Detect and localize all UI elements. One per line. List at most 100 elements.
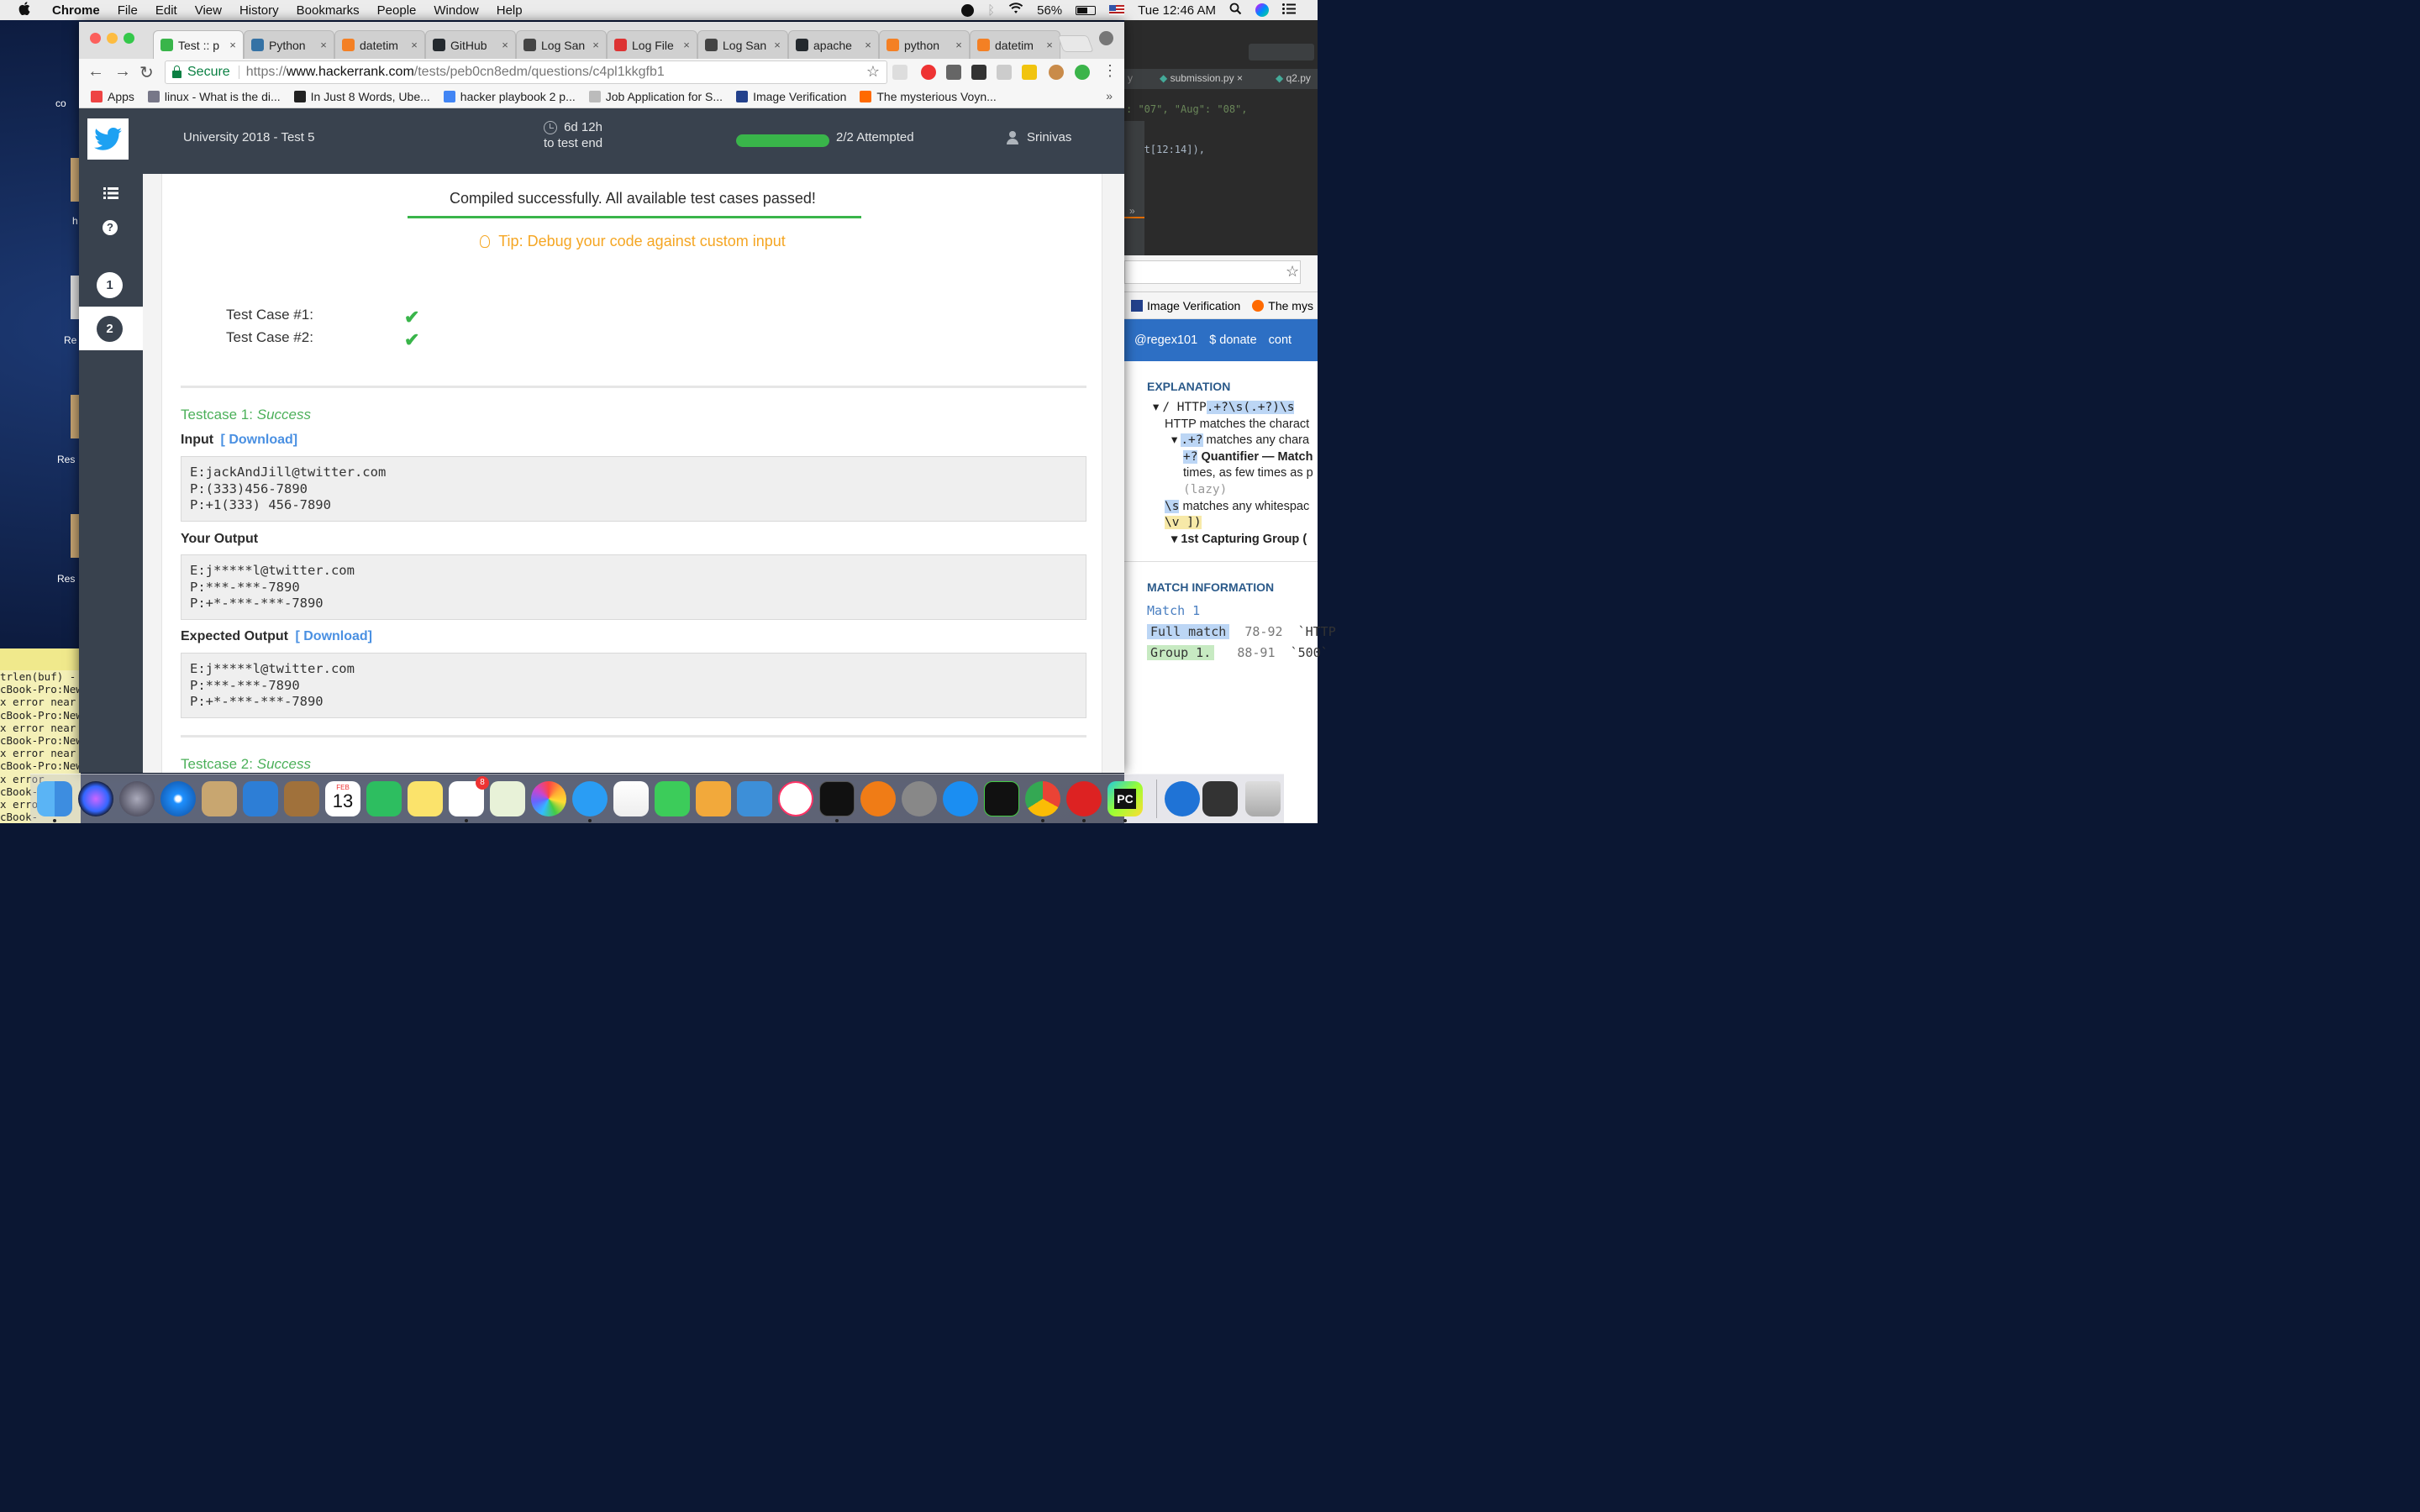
address-bar[interactable]: Secure https:// www.hackerrank.com /test… (165, 60, 887, 84)
pages-icon[interactable] (696, 781, 731, 816)
menu-view[interactable]: View (195, 3, 222, 18)
spotlight-icon[interactable] (1229, 3, 1242, 18)
trash-icon[interactable] (1245, 781, 1281, 816)
extension-icon[interactable] (921, 65, 936, 80)
battery-icon[interactable] (1076, 5, 1097, 15)
messages-icon[interactable] (572, 781, 608, 816)
siri-icon[interactable] (78, 781, 113, 816)
cookie-extension-icon[interactable] (1049, 65, 1064, 80)
xcode-icon[interactable] (243, 781, 278, 816)
bookmark-item[interactable]: Job Application for S... (588, 90, 723, 103)
bookmark-item[interactable]: hacker playbook 2 p... (443, 90, 576, 103)
music-icon[interactable] (778, 781, 813, 816)
activity-monitor-icon[interactable] (984, 781, 1019, 816)
facetime-icon[interactable] (655, 781, 690, 816)
help-icon[interactable]: ? (103, 220, 118, 235)
menu-file[interactable]: File (118, 3, 138, 18)
question-2-tab[interactable]: 2 (79, 307, 143, 350)
menu-bookmarks[interactable]: Bookmarks (297, 3, 360, 18)
apps-bookmark[interactable]: Apps (91, 90, 134, 103)
close-tab-icon[interactable]: × (1043, 39, 1056, 51)
extension-icon[interactable] (946, 65, 961, 80)
bookmark-item[interactable]: The mys (1252, 299, 1313, 312)
browser-tab[interactable]: apache × (788, 30, 879, 59)
download-expected-link[interactable]: [ Download] (295, 629, 372, 643)
close-tab-icon[interactable]: × (589, 39, 602, 51)
preview-icon[interactable] (202, 781, 237, 816)
browser-tab[interactable]: Test :: p × (153, 30, 244, 59)
extension-icon[interactable] (1075, 65, 1090, 80)
profile-icon[interactable] (1099, 31, 1113, 45)
debug-tip[interactable]: Tip: Debug your code against custom inpu… (162, 233, 1103, 250)
downloads-stack-icon[interactable] (1202, 781, 1238, 816)
browser-tab[interactable]: Log San × (697, 30, 788, 59)
burp-icon[interactable] (1066, 781, 1102, 816)
download-input-link[interactable]: [ Download] (221, 433, 298, 447)
menu-people[interactable]: People (377, 3, 417, 18)
launchpad-icon[interactable] (119, 781, 155, 816)
close-window-button[interactable] (90, 33, 101, 44)
keynote-icon[interactable] (737, 781, 772, 816)
menu-app-name[interactable]: Chrome (52, 3, 100, 18)
notification-center-icon[interactable] (1282, 3, 1296, 18)
reminders-icon[interactable]: 8 (449, 776, 489, 816)
terminal-icon[interactable] (819, 781, 855, 816)
notification-icon[interactable] (961, 3, 975, 17)
question-list-icon[interactable] (103, 187, 118, 203)
close-tab-icon[interactable]: × (317, 39, 330, 51)
menu-history[interactable]: History (239, 3, 279, 18)
more-bookmarks-icon[interactable]: » (1106, 89, 1113, 102)
close-tab-icon[interactable]: × (952, 39, 965, 51)
ide-tab-submission[interactable]: ◆ submission.py × (1160, 72, 1243, 84)
us-flag-icon[interactable] (1109, 5, 1125, 15)
books-icon[interactable] (860, 781, 896, 816)
ide-tab-partial[interactable]: y (1128, 72, 1133, 84)
bluetooth-icon[interactable]: ᛒ (987, 3, 995, 18)
minimize-window-button[interactable] (107, 33, 118, 44)
bookmark-item[interactable]: Image Verification (736, 90, 846, 103)
question-2-button[interactable]: 2 (97, 316, 123, 342)
bookmark-item[interactable]: The mysterious Voyn... (860, 90, 997, 103)
bookmark-item[interactable]: linux - What is the di... (147, 90, 281, 103)
close-tab-icon[interactable]: × (226, 39, 239, 51)
regex101-window[interactable]: ☆ Image Verification The mys @regex101 $… (1124, 255, 1336, 823)
ide-run-config[interactable] (1249, 44, 1314, 60)
app-store-icon[interactable] (943, 781, 978, 816)
chrome-icon[interactable] (1025, 781, 1060, 816)
pycharm-icon[interactable]: PC (1107, 781, 1143, 816)
close-tab-icon[interactable]: × (861, 39, 875, 51)
calendar-icon[interactable]: FEB 13 (325, 781, 360, 816)
twitter-logo[interactable] (87, 118, 129, 160)
regex-url-field[interactable] (1124, 260, 1301, 284)
contacts-icon[interactable] (284, 781, 319, 816)
question-1-button[interactable]: 1 (97, 272, 123, 298)
browser-tab[interactable]: datetim × (334, 30, 425, 59)
system-preferences-icon[interactable] (902, 781, 937, 816)
finder-icon[interactable] (37, 781, 72, 816)
chrome-menu-icon[interactable]: ⋮ (1102, 62, 1118, 80)
close-tab-icon[interactable]: × (498, 39, 512, 51)
apple-icon[interactable] (18, 2, 35, 18)
photos-icon[interactable] (531, 781, 566, 816)
maximize-window-button[interactable] (124, 33, 134, 44)
browser-tab[interactable]: GitHub × (425, 30, 516, 59)
numbers-icon[interactable] (613, 781, 649, 816)
reload-icon[interactable]: ↻ (139, 62, 154, 83)
new-tab-button[interactable] (1057, 35, 1094, 52)
back-icon[interactable]: ← (87, 62, 104, 81)
siri-icon[interactable] (1255, 3, 1269, 17)
browser-tab[interactable]: datetim × (970, 30, 1060, 59)
bookmark-item[interactable]: In Just 8 Words, Ube... (293, 90, 430, 103)
expand-icon[interactable]: » (1129, 205, 1135, 217)
extension-icon[interactable] (1022, 65, 1037, 80)
extension-icon[interactable] (971, 65, 986, 80)
browser-tab[interactable]: Log File × (607, 30, 697, 59)
ide-window[interactable]: y ◆ submission.py × ◆ q2.py : "07", "Aug… (1124, 20, 1318, 255)
chrome-window[interactable]: Test :: p × Python × datetim × GitHub × Log San ×… (79, 22, 1124, 773)
ide-tab-q2[interactable]: ◆ q2.py (1276, 72, 1311, 84)
forward-icon[interactable]: → (114, 62, 131, 81)
maps-icon[interactable] (490, 781, 525, 816)
close-tab-icon[interactable]: × (680, 39, 693, 51)
menu-help[interactable]: Help (497, 3, 523, 18)
bookmark-star-icon[interactable]: ☆ (866, 63, 880, 81)
